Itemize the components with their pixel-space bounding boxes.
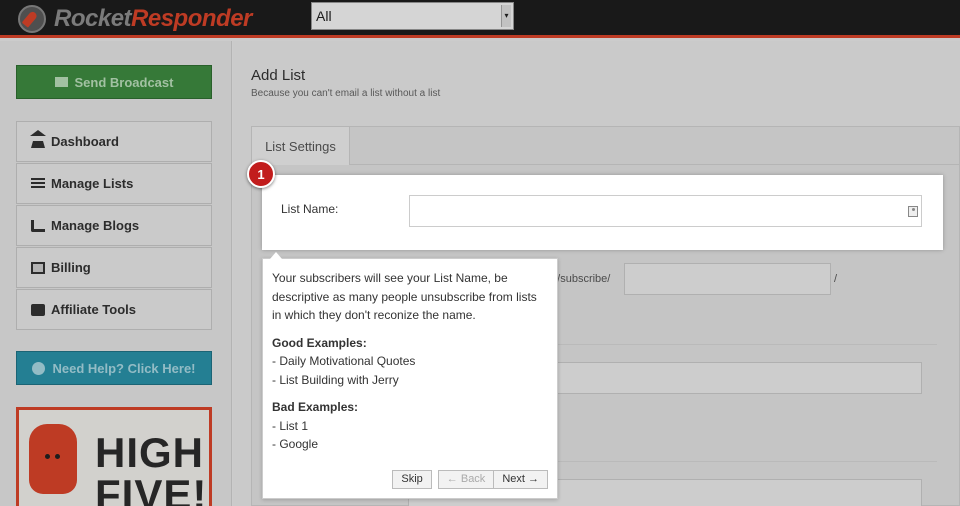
subscribe-url-input[interactable] — [624, 263, 831, 295]
good-examples-section: Good Examples: - Daily Motivational Quot… — [272, 334, 548, 390]
money-icon — [31, 261, 45, 274]
send-broadcast-label: Send Broadcast — [74, 74, 174, 90]
need-help-button[interactable]: Need Help? Click Here! — [16, 351, 212, 385]
sidebar-item-label: Affiliate Tools — [51, 302, 136, 317]
rocket-logo-icon — [18, 5, 46, 33]
bad-examples-heading: Bad Examples: — [272, 400, 359, 414]
good-example-item: - Daily Motivational Quotes — [272, 354, 416, 368]
bad-example-item: - Google — [272, 437, 319, 451]
back-button[interactable]: ← Back — [437, 470, 494, 489]
sidebar-item-manage-lists[interactable]: Manage Lists — [16, 163, 212, 204]
tab-list-settings[interactable]: List Settings — [252, 127, 350, 165]
tour-tooltip: Your subscribers will see your List Name… — [262, 252, 558, 499]
tour-buttons: Skip ← Back Next → — [392, 470, 548, 489]
home-icon — [30, 129, 46, 148]
app-logo[interactable]: RocketResponder — [18, 4, 252, 34]
list-name-row: List Name: — [262, 175, 943, 250]
page-subtitle: Because you can't email a list without a… — [251, 88, 441, 99]
url-suffix-text: / — [834, 273, 838, 285]
need-help-label: Need Help? Click Here! — [52, 360, 196, 376]
hand-mascot-icon — [29, 424, 77, 494]
high-five-banner[interactable]: HIGH FIVE! — [16, 407, 212, 506]
rss-icon — [31, 219, 45, 232]
send-broadcast-button[interactable]: Send Broadcast — [16, 65, 212, 99]
contact-card-icon — [908, 206, 918, 217]
envelope-icon — [54, 77, 68, 87]
sidebar-item-billing[interactable]: Billing — [16, 247, 212, 288]
top-bar: RocketResponder All ▾ — [0, 0, 960, 38]
sidebar-item-label: Billing — [51, 260, 91, 275]
list-icon — [31, 177, 45, 190]
list-filter-select[interactable]: All ▾ — [311, 2, 514, 30]
question-circle-icon — [32, 361, 46, 375]
logo-text: RocketResponder — [54, 5, 252, 32]
chevron-down-icon: ▾ — [501, 5, 511, 27]
sidebar-item-manage-blogs[interactable]: Manage Blogs — [16, 205, 212, 246]
sidebar-item-label: Manage Lists — [51, 176, 134, 191]
briefcase-icon — [31, 303, 45, 316]
good-examples-heading: Good Examples: — [272, 335, 367, 350]
bad-examples-section: Bad Examples: - List 1 - Google — [272, 398, 548, 454]
sidebar-item-affiliate-tools[interactable]: Affiliate Tools — [16, 289, 212, 330]
sidebar-item-label: Manage Blogs — [51, 218, 140, 233]
sidebar: Send Broadcast Dashboard Manage Lists Ma… — [0, 41, 232, 506]
bad-example-item: - List 1 — [272, 418, 309, 433]
skip-button[interactable]: Skip — [392, 470, 432, 489]
sidebar-item-label: Dashboard — [51, 134, 119, 149]
next-button[interactable]: Next → — [493, 470, 548, 489]
list-filter-value: All — [316, 8, 332, 24]
good-example-item: - List Building with Jerry — [272, 372, 399, 387]
sidebar-nav: Dashboard Manage Lists Manage Blogs Bill… — [16, 121, 212, 331]
tabs-bar: List Settings — [252, 127, 960, 165]
list-name-input[interactable] — [409, 195, 922, 227]
tour-step-badge: 1 — [247, 160, 275, 188]
list-name-label: List Name: — [281, 202, 339, 216]
banner-text: HIGH FIVE! — [95, 429, 208, 506]
page-title: Add List — [251, 67, 306, 84]
tooltip-intro: Your subscribers will see your List Name… — [272, 271, 537, 322]
sidebar-item-dashboard[interactable]: Dashboard — [16, 121, 212, 162]
